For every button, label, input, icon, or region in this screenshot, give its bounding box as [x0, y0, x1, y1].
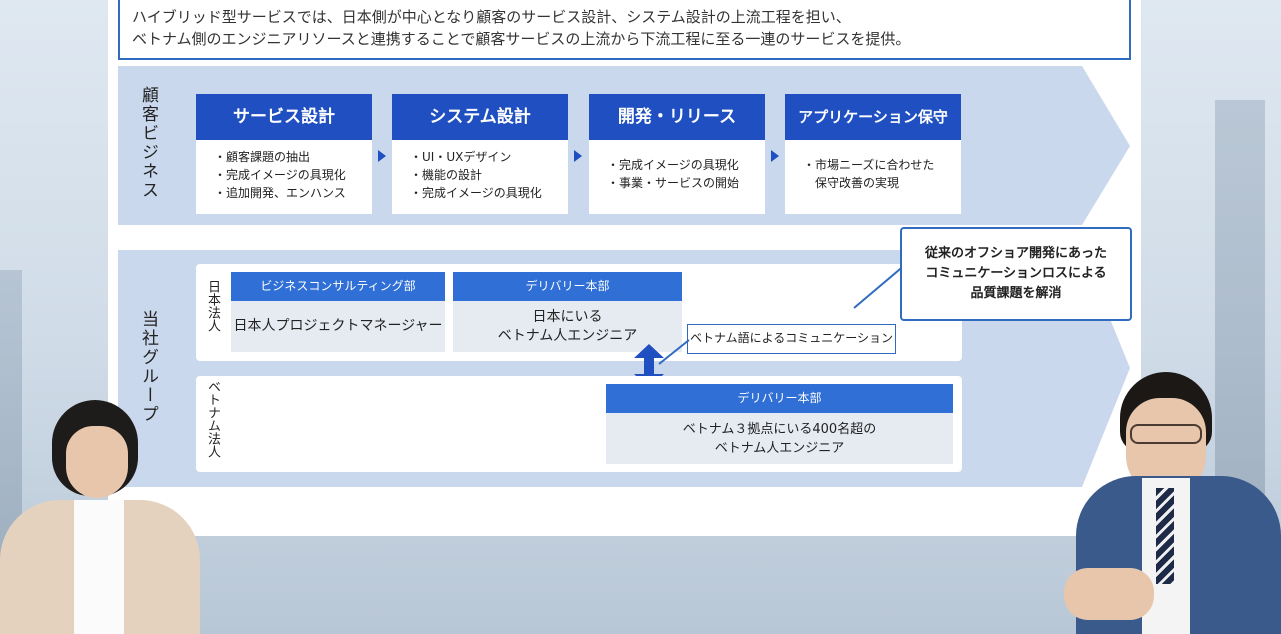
flow-arrow-icon — [771, 150, 779, 162]
presenter-hand — [1064, 568, 1154, 620]
dept-body-line: ベトナム３拠点にいる400名超の — [682, 421, 877, 437]
callout-line: コミュニケーションロスによる — [925, 266, 1107, 281]
stage-system-design: システム設計 ・UI・UXデザイン ・機能の設計 ・完成イメージの具現化 — [392, 94, 568, 214]
stage-item: ・追加開発、エンハンス — [214, 186, 346, 200]
stage-application-maintenance: アプリケーション保守 ・市場ニーズに合わせた 保守改善の実現 — [785, 94, 961, 214]
stage-title: サービス設計 — [196, 94, 372, 140]
presenter-tie — [1156, 488, 1174, 584]
stage-title: アプリケーション保守 — [785, 94, 961, 140]
intro-text-box: ハイブリッド型サービスでは、日本側が中心となり顧客のサービス設計、システム設計の… — [118, 0, 1131, 60]
glasses-icon — [1130, 424, 1202, 444]
connector-line — [658, 339, 690, 365]
stage-item: ・完成イメージの具現化 — [607, 158, 739, 172]
dept-header: デリバリー本部 — [453, 272, 682, 301]
flow-arrow-icon — [378, 150, 386, 162]
dept-body-line: 日本にいる — [532, 308, 603, 325]
vietnamese-communication-label: ベトナム語によるコミュニケーション — [687, 324, 896, 354]
presenter-left — [0, 400, 205, 634]
stage-item: ・事業・サービスの開始 — [607, 176, 740, 190]
intro-line-1: ハイブリッド型サービスでは、日本側が中心となり顧客のサービス設計、システム設計の… — [132, 8, 851, 26]
presenter-blouse — [74, 500, 124, 634]
stage-development-release: 開発・リリース ・完成イメージの具現化 ・事業・サービスの開始 — [589, 94, 765, 214]
stage-title: 開発・リリース — [589, 94, 765, 140]
stage-item: ・完成イメージの具現化 — [214, 168, 346, 182]
delivery-dept-vietnam-box: デリバリー本部 ベトナム３拠点にいる400名超の ベトナム人エンジニア — [606, 384, 953, 464]
stage-item: 保守改善の実現 — [803, 176, 900, 190]
client-business-label: 顧客ビジネス — [138, 86, 158, 200]
dept-header: デリバリー本部 — [606, 384, 953, 413]
intro-line-2: ベトナム側のエンジニアリソースと連携することで顧客サービスの上流から下流工程に至… — [132, 30, 911, 48]
callout-line: 従来のオフショア開発にあった — [924, 246, 1107, 261]
stage-item: ・機能の設計 — [410, 168, 483, 182]
dept-body: 日本人プロジェクトマネージャー — [231, 301, 445, 352]
flow-arrow-icon — [574, 150, 582, 162]
presenter-face — [66, 426, 128, 498]
delivery-dept-japan-box: デリバリー本部 日本にいる ベトナム人エンジニア — [453, 272, 682, 352]
dept-header: ビジネスコンサルティング部 — [231, 272, 445, 301]
presenter-right — [1056, 372, 1281, 634]
vietnam-entity-label: ベトナム法人 — [205, 380, 220, 458]
stage-service-design: サービス設計 ・顧客課題の抽出 ・完成イメージの具現化 ・追加開発、エンハンス — [196, 94, 372, 214]
dept-body-line: ベトナム人エンジニア — [714, 440, 845, 456]
callout-line: 品質課題を解消 — [970, 286, 1062, 301]
stage-item: ・顧客課題の抽出 — [214, 150, 311, 164]
consulting-dept-box: ビジネスコンサルティング部 日本人プロジェクトマネージャー — [231, 272, 445, 352]
dept-body-line: ベトナム人エンジニア — [497, 327, 638, 344]
stage-item: ・完成イメージの具現化 — [410, 186, 542, 200]
stage-title: システム設計 — [392, 94, 568, 140]
stage-item: ・市場ニーズに合わせた — [803, 158, 935, 172]
stage-item: ・UI・UXデザイン — [410, 150, 512, 164]
quality-callout-box: 従来のオフショア開発にあった コミュニケーションロスによる 品質課題を解消 — [900, 227, 1132, 321]
japan-entity-label: 日本法人 — [205, 280, 220, 332]
